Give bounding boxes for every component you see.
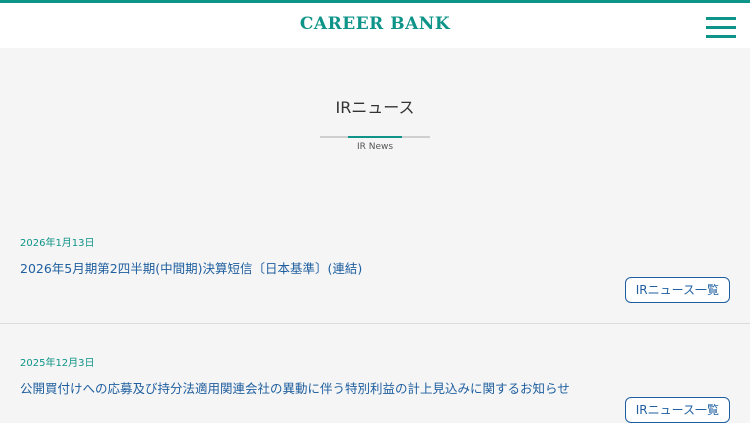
- hamburger-menu-icon[interactable]: [706, 17, 736, 39]
- title-underline: [320, 136, 430, 138]
- menu-line-top: [706, 17, 736, 20]
- menu-line-middle: [706, 26, 736, 29]
- page-subtitle: IR News: [356, 142, 394, 152]
- news-title-link[interactable]: 2026年5月期第2四半期(中間期)決算短信〔日本基準〕(連結): [20, 258, 362, 277]
- news-date: 2026年1月13日: [20, 238, 95, 249]
- career-bank-logo[interactable]: CAREER BANK: [0, 14, 750, 34]
- top-bar: CAREER BANK: [0, 0, 750, 48]
- news-date: 2025年12月3日: [20, 358, 95, 369]
- page-title: IRニュース: [335, 98, 415, 117]
- news-item: 2025年12月3日 公開買付けへの応募及び持分法適用関連会社の異動に伴う特別利…: [0, 338, 750, 423]
- title-underline-accent: [348, 136, 402, 138]
- ir-news-list-button[interactable]: IRニュース一覧: [624, 277, 730, 303]
- ir-news-list-button[interactable]: IRニュース一覧: [624, 397, 730, 423]
- news-title-link[interactable]: 公開買付けへの応募及び持分法適用関連会社の異動に伴う特別利益の計上見込みに関する…: [20, 378, 570, 397]
- menu-line-bottom: [706, 35, 736, 38]
- news-item: 2026年1月13日 2026年5月期第2四半期(中間期)決算短信〔日本基準〕(…: [0, 218, 750, 324]
